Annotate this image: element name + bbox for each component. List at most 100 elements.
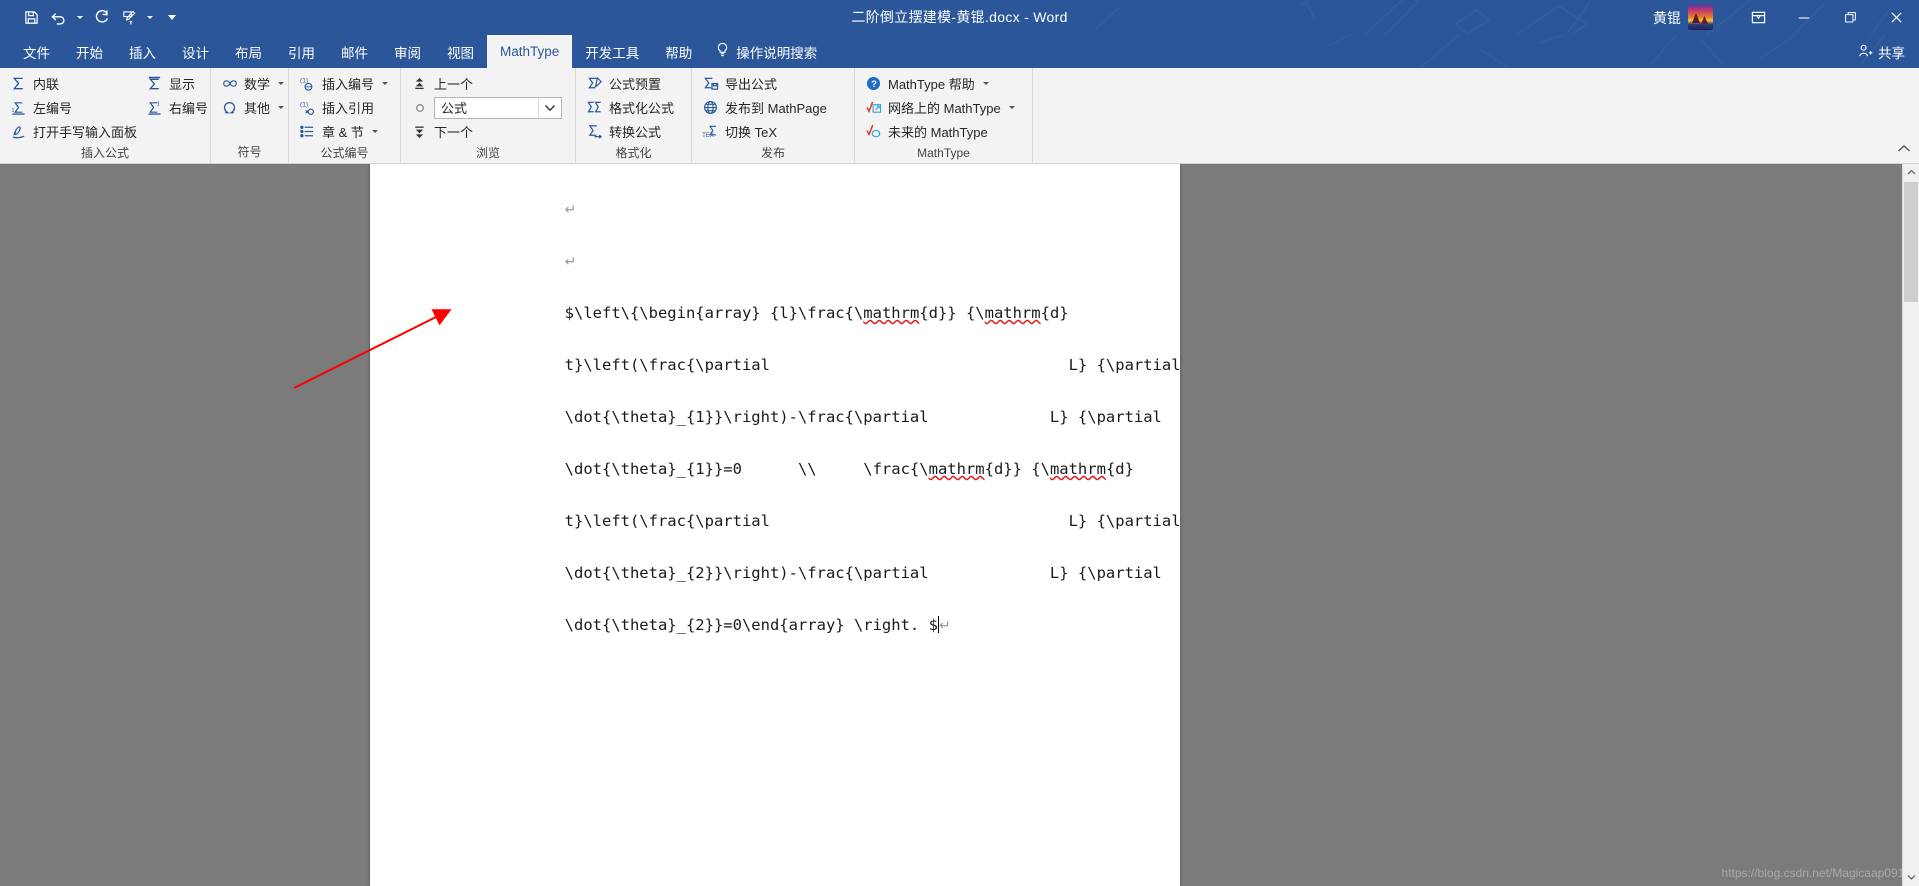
ribbon-item-insert-reference[interactable]: (1) 插入引用 bbox=[296, 96, 394, 119]
share-button[interactable]: 共享 bbox=[1858, 35, 1905, 68]
ribbon-item-convert-equations[interactable]: 转换公式 bbox=[583, 120, 680, 143]
document-line-8[interactable]: \dot{\theta}_{2}}\right)-\frac{\partial … bbox=[490, 546, 1162, 598]
vertical-scrollbar[interactable] bbox=[1902, 164, 1919, 886]
ribbon-group-formatting: 公式预置 格式化公式 转换公式 格式化 bbox=[576, 68, 692, 163]
next-icon bbox=[411, 123, 428, 140]
browse-target-combo[interactable]: 公式 bbox=[434, 96, 562, 119]
latex-text: {d}} {\ bbox=[919, 304, 985, 322]
document-line-3[interactable]: $\left\{\begin{array} {l}\frac{\mathrm{d… bbox=[490, 286, 1140, 338]
tab-buju[interactable]: 布局 bbox=[222, 35, 275, 68]
save-icon[interactable] bbox=[18, 5, 44, 31]
tab-shenyue[interactable]: 审阅 bbox=[381, 35, 434, 68]
ribbon-item-insert-number[interactable]: (1) 插入编号 bbox=[296, 72, 394, 95]
pen-dropdown-caret[interactable] bbox=[144, 5, 156, 31]
ribbon-item-open-handwriting-panel[interactable]: 打开手写输入面板 bbox=[7, 120, 143, 143]
insert-reference-icon: (1) bbox=[299, 99, 316, 116]
tab-kaishi[interactable]: 开始 bbox=[63, 35, 116, 68]
document-line-5[interactable]: \dot{\theta}_{1}}\right)-\frac{\partial … bbox=[490, 390, 1162, 442]
latex-text: {d}} {\ bbox=[984, 460, 1050, 478]
share-label: 共享 bbox=[1878, 45, 1905, 61]
redo-icon[interactable] bbox=[88, 5, 114, 31]
ribbon-item-mathtype-on-web[interactable]: 网络上的 MathType bbox=[862, 96, 1021, 119]
ribbon-item-right-number[interactable]: 1 右编号 bbox=[143, 96, 214, 119]
ribbon-item-inline[interactable]: 内联 bbox=[7, 72, 143, 95]
radio-icon[interactable] bbox=[411, 99, 428, 116]
ribbon-group-equation-numbers: (1) 插入编号 (1) 插入引用 章 & 节 公式编号 bbox=[289, 68, 401, 163]
collapse-ribbon-button[interactable] bbox=[1897, 141, 1911, 159]
document-page[interactable]: ↵ ↵ $\left\{\begin{array} {l}\frac{\math… bbox=[370, 164, 1181, 886]
user-name[interactable]: 黄锟 bbox=[1653, 8, 1681, 28]
quick-access-toolbar[interactable] bbox=[0, 5, 178, 31]
latex-text: $\left\{\begin{array} {l}\frac{\ bbox=[564, 304, 864, 322]
tab-mathtype[interactable]: MathType bbox=[487, 35, 573, 68]
ribbon-item-equation-preferences[interactable]: 公式预置 bbox=[583, 72, 680, 95]
tab-charu[interactable]: 插入 bbox=[116, 35, 169, 68]
lightbulb-icon bbox=[715, 42, 730, 61]
avatar[interactable] bbox=[1688, 5, 1713, 30]
ribbon-item-previous[interactable]: 上一个 bbox=[408, 72, 568, 95]
ribbon-item-toggle-tex[interactable]: TEX 切换 TeX bbox=[699, 120, 833, 143]
chevron-down-icon[interactable] bbox=[382, 82, 389, 85]
tell-me-search[interactable]: 操作说明搜索 bbox=[715, 35, 817, 68]
ribbon-group-label: 浏览 bbox=[475, 146, 500, 160]
pen-icon[interactable] bbox=[116, 5, 142, 31]
chevron-down-icon[interactable] bbox=[538, 97, 561, 118]
vertical-scroll-thumb[interactable] bbox=[1904, 182, 1918, 302]
chevron-down-icon[interactable] bbox=[982, 82, 989, 85]
undo-dropdown-caret[interactable] bbox=[74, 5, 86, 31]
minimize-icon[interactable] bbox=[1781, 0, 1827, 35]
document-line-2[interactable]: ↵ bbox=[490, 234, 1140, 286]
ribbon-item-chapter-section[interactable]: 章 & 节 bbox=[296, 120, 394, 143]
ribbon-item-export-equations[interactable]: 导出公式 bbox=[699, 72, 833, 95]
ribbon-item-publish-to-mathpage[interactable]: 发布到 MathPage bbox=[699, 96, 833, 119]
ribbon-item-label: 其他 bbox=[244, 101, 271, 116]
insert-number-icon: (1) bbox=[299, 75, 316, 92]
chevron-down-icon[interactable] bbox=[166, 5, 178, 31]
document-text-block[interactable]: ↵ ↵ $\left\{\begin{array} {l}\frac{\math… bbox=[490, 164, 1181, 650]
window-title: 二阶倒立摆建模-黄锟.docx - Word bbox=[851, 9, 1068, 25]
ribbon-item-future-mathtype[interactable]: 未来的 MathType bbox=[862, 120, 1021, 143]
tab-youjian[interactable]: 邮件 bbox=[328, 35, 381, 68]
undo-icon[interactable] bbox=[46, 5, 72, 31]
misspelled-word: mathrm bbox=[1049, 460, 1106, 478]
restore-icon[interactable] bbox=[1827, 0, 1873, 35]
tab-shitu[interactable]: 视图 bbox=[434, 35, 487, 68]
tab-yinyong[interactable]: 引用 bbox=[275, 35, 328, 68]
scroll-down-icon[interactable] bbox=[1903, 869, 1919, 886]
chevron-down-icon[interactable] bbox=[1008, 106, 1015, 109]
handwriting-icon bbox=[10, 123, 27, 140]
sigma-left-number-icon: 1 bbox=[10, 99, 27, 116]
infinity-icon bbox=[221, 75, 238, 92]
ribbon-group-publish: 导出公式 发布到 MathPage TEX 切换 TeX 发布 bbox=[692, 68, 855, 163]
ribbon-item-format-equations[interactable]: 格式化公式 bbox=[583, 96, 680, 119]
ribbon-item-label: 数学 bbox=[244, 77, 271, 92]
scroll-up-icon[interactable] bbox=[1903, 164, 1919, 181]
chevron-down-icon[interactable] bbox=[278, 82, 285, 85]
ribbon-item-mathtype-help[interactable]: ? MathType 帮助 bbox=[862, 72, 1021, 95]
previous-icon bbox=[411, 75, 428, 92]
ribbon-display-icon[interactable] bbox=[1735, 0, 1781, 35]
equation-preferences-icon bbox=[586, 75, 603, 92]
document-line-9[interactable]: \dot{\theta}_{2}}=0\end{array} \right. $… bbox=[490, 598, 1140, 650]
ribbon-item-math[interactable]: 数学 bbox=[218, 72, 290, 95]
chevron-down-icon[interactable] bbox=[371, 130, 378, 133]
ribbon-item-left-number[interactable]: 1 左编号 bbox=[7, 96, 143, 119]
tab-kaifagongju[interactable]: 开发工具 bbox=[572, 35, 652, 68]
document-area[interactable]: ↵ ↵ $\left\{\begin{array} {l}\frac{\math… bbox=[0, 164, 1919, 886]
ribbon-item-display[interactable]: 显示 bbox=[143, 72, 214, 95]
ribbon-item-label: 转换公式 bbox=[609, 125, 662, 140]
ribbon-item-next[interactable]: 下一个 bbox=[408, 120, 568, 143]
tab-sheji[interactable]: 设计 bbox=[169, 35, 222, 68]
chevron-down-icon[interactable] bbox=[278, 106, 285, 109]
ribbon-item-other[interactable]: 其他 bbox=[218, 96, 290, 119]
document-line-4[interactable]: t}\left(\frac{\partial L} {\partial bbox=[490, 338, 1181, 390]
tab-wenjian[interactable]: 文件 bbox=[10, 35, 63, 68]
tab-bangzhu[interactable]: 帮助 bbox=[652, 35, 705, 68]
document-line-6[interactable]: \dot{\theta}_{1}}=0 \\ \frac{\mathrm{d}}… bbox=[490, 442, 1140, 494]
document-line-1[interactable]: ↵ bbox=[490, 182, 1140, 234]
close-icon[interactable] bbox=[1873, 0, 1919, 35]
ribbon-item-label: 格式化公式 bbox=[609, 101, 675, 116]
title-bar: 二阶倒立摆建模-黄锟.docx - Word 黄锟 bbox=[0, 0, 1919, 35]
document-line-7[interactable]: t}\left(\frac{\partial L} {\partial bbox=[490, 494, 1181, 546]
ribbon-group-label: 格式化 bbox=[615, 146, 652, 160]
